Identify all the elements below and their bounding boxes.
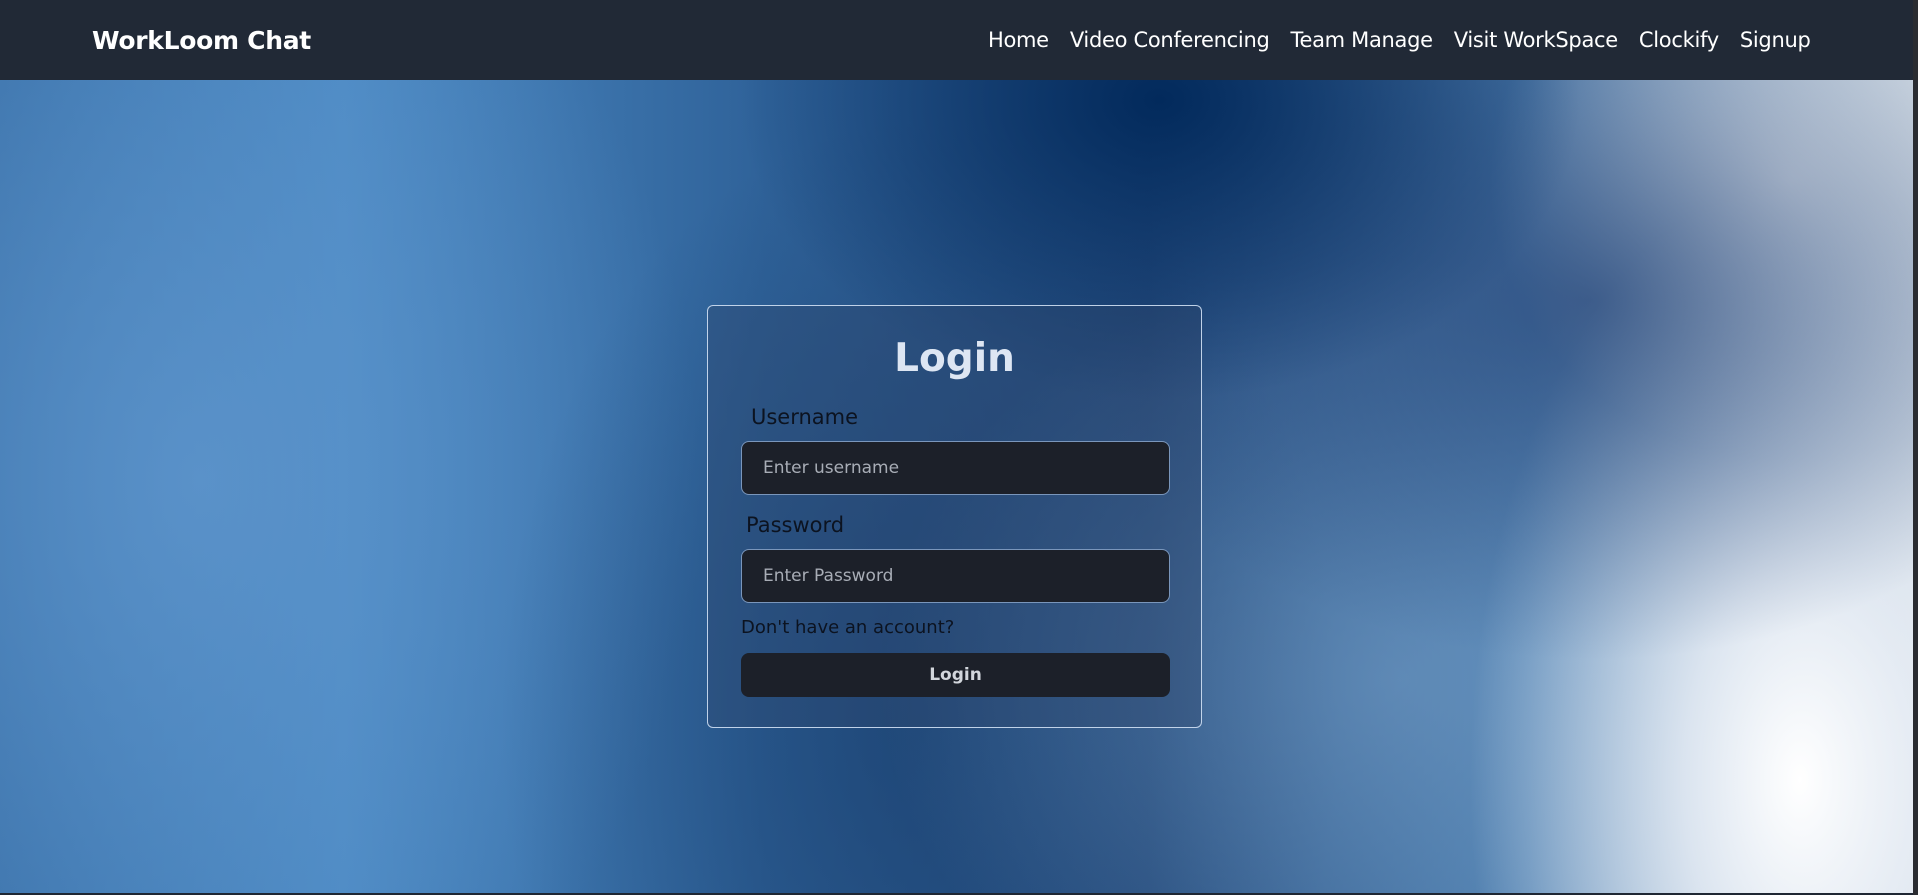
nav-link-signup[interactable]: Signup (1729, 28, 1821, 52)
page: WorkLoom Chat Home Video Conferencing Te… (0, 0, 1913, 895)
nav-link-video-conferencing[interactable]: Video Conferencing (1059, 28, 1280, 52)
nav-link-clockify[interactable]: Clockify (1628, 28, 1729, 52)
username-label: Username (751, 405, 859, 429)
nav-links: Home Video Conferencing Team Manage Visi… (977, 28, 1821, 52)
brand-logo[interactable]: WorkLoom Chat (92, 26, 311, 55)
nav-link-home[interactable]: Home (977, 28, 1059, 52)
username-input[interactable] (741, 441, 1170, 495)
password-input[interactable] (741, 549, 1170, 603)
signup-prompt-link[interactable]: Don't have an account? (741, 617, 954, 638)
top-navbar: WorkLoom Chat Home Video Conferencing Te… (0, 0, 1913, 80)
login-title: Login (894, 336, 1015, 381)
nav-link-visit-workspace[interactable]: Visit WorkSpace (1443, 28, 1628, 52)
scrollbar[interactable] (1913, 0, 1918, 895)
nav-link-team-manage[interactable]: Team Manage (1280, 28, 1443, 52)
password-label: Password (746, 513, 845, 537)
login-button[interactable]: Login (741, 653, 1170, 697)
login-card: Login Username Password Don't have an ac… (707, 305, 1202, 728)
